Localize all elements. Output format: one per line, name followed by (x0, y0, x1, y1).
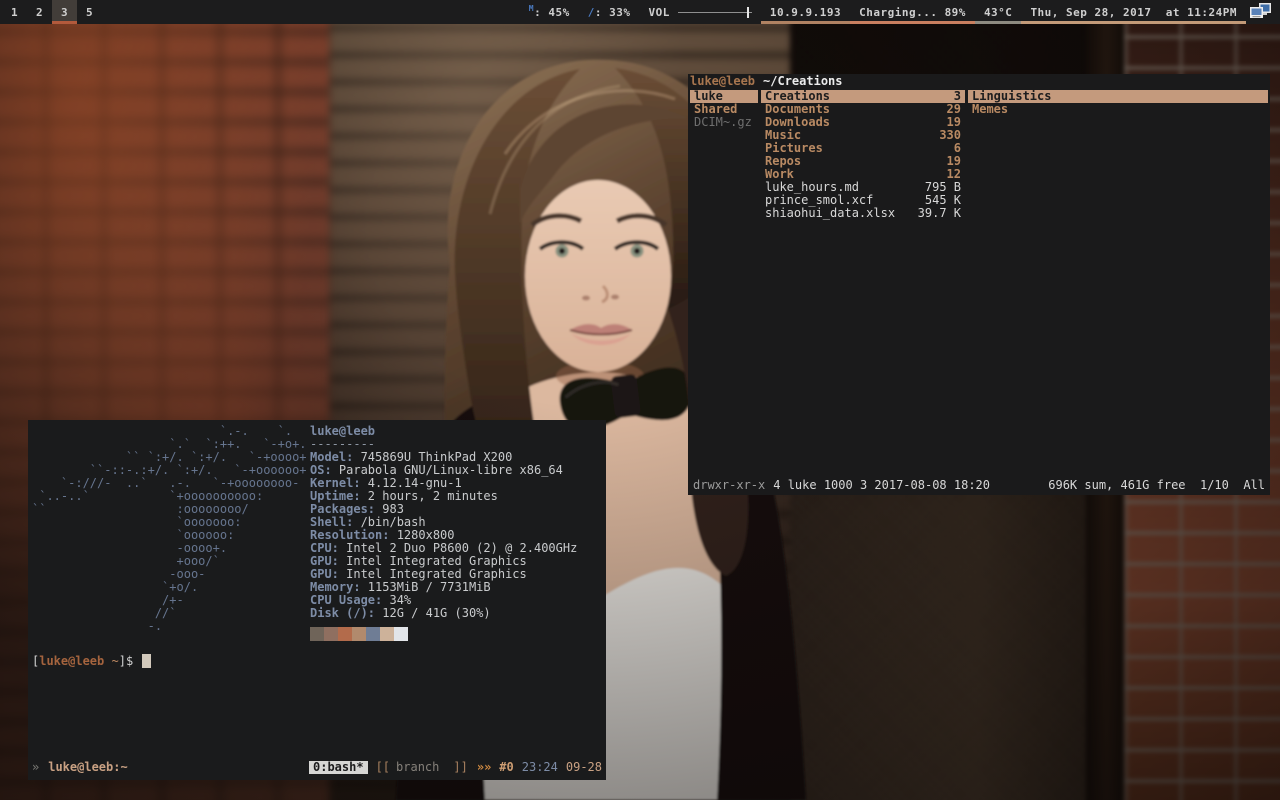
neofetch-info-label: Packages: (310, 502, 375, 516)
system-tray (1246, 0, 1280, 24)
neofetch-info-value: 983 (375, 502, 404, 516)
tmux-statusbar: » luke@leeb:~ 0:bash* [[ branch ]] »» #0… (32, 759, 602, 776)
ranger-preview-item[interactable]: Memes (968, 103, 1268, 116)
neofetch-info-label: Shell: (310, 515, 353, 529)
ranger-statusbar: drwxr-xr-x 4 luke 1000 3 2017-08-08 18:2… (693, 479, 1265, 492)
palette-swatch (338, 627, 352, 641)
ranger-titlebar: luke@leeb ~/Creations (688, 74, 1270, 89)
workspace-button-1[interactable]: 1 (2, 0, 27, 24)
ranger-preview-column: LinguisticsMemes (968, 90, 1268, 220)
volume-control[interactable]: VOL (639, 0, 760, 24)
tmux-session-name: luke@leeb:~ (48, 761, 127, 774)
battery-status: Charging... 89% (850, 0, 975, 24)
ranger-entry-count: 39.7 K (918, 207, 961, 220)
neofetch-info-value: Parabola GNU/Linux-libre x86_64 (332, 463, 563, 477)
palette-swatch (380, 627, 394, 641)
neofetch-info-rows: Model: 745869U ThinkPad X200 OS: Parabola… (310, 451, 577, 620)
palette-swatch (366, 627, 380, 641)
neofetch-info-value: Intel Integrated Graphics (339, 554, 527, 568)
neofetch-info-value: 745869U ThinkPad X200 (353, 450, 512, 464)
prompt-user: luke@leeb (39, 654, 104, 668)
tmux-date: 09-28 (566, 761, 602, 774)
workspace-button-5[interactable]: 5 (77, 0, 102, 24)
ranger-entry[interactable]: shiaohui_data.xlsx 39.7 K (761, 207, 965, 220)
neofetch-info-label: CPU Usage: (310, 593, 382, 607)
ranger-preview-item[interactable]: Linguistics (968, 90, 1268, 103)
workspace-button-2[interactable]: 2 (27, 0, 52, 24)
neofetch-info-row: Disk (/): 12G / 41G (30%) (310, 607, 577, 620)
tmux-pane-index: #0 (499, 761, 513, 774)
network-tray-icon[interactable] (1250, 3, 1272, 21)
ranger-current-path: ~/Creations (763, 74, 842, 88)
topbar-spacer (102, 0, 520, 24)
neofetch-info-label: Resolution: (310, 528, 389, 542)
terminal-cursor (142, 654, 151, 668)
palette-swatch (352, 627, 366, 641)
clock: Thu, Sep 28, 2017 at 11:24PM (1021, 0, 1246, 24)
neofetch-output: `.-. `. `.` `:++. `-+o+. `` `:+/. `:+/. … (32, 425, 606, 641)
ranger-user-host: luke@leeb (690, 74, 755, 88)
neofetch-info-label: GPU: (310, 567, 339, 581)
volume-slider[interactable] (678, 12, 752, 13)
tmux-left-arrow: » (32, 761, 39, 774)
ip-address: 10.9.9.193 (761, 0, 850, 24)
ranger-file-info: 4 luke 1000 3 2017-08-08 18:20 (773, 479, 990, 492)
prompt-bracket-close: ]$ (119, 654, 133, 668)
ranger-item-name: DCIM~.gz (694, 116, 752, 129)
workspace-button-3[interactable]: 3 (52, 0, 77, 24)
memory-usage-stat: M: 45% (520, 0, 579, 24)
ranger-permissions: drwxr-xr-x (693, 479, 765, 492)
neofetch-info-value: 2 hours, 2 minutes (361, 489, 498, 503)
neofetch-ascii-art: `.-. `. `.` `:++. `-+o+. `` `:+/. `:+/. … (32, 425, 310, 641)
tmux-git-branch: branch (396, 761, 439, 774)
terminal-window[interactable]: `.-. `. `.` `:++. `-+o+. `` `:+/. `:+/. … (28, 420, 606, 780)
palette-swatch (310, 627, 324, 641)
ranger-summary: 696K sum, 461G free 1/10 All (1048, 479, 1265, 492)
ranger-entry-name: shiaohui_data.xlsx (765, 207, 895, 220)
tmux-arrows: »» (477, 761, 491, 774)
neofetch-info-value: 34% (382, 593, 411, 607)
ranger-parent-column: lukeSharedDCIM~.gz (690, 90, 758, 220)
disk-usage-stat: /: 33% (579, 0, 640, 24)
tmux-time: 23:24 (522, 761, 558, 774)
neofetch-info-label: GPU: (310, 554, 339, 568)
neofetch-info-label: OS: (310, 463, 332, 477)
temperature-status: 43°C (975, 0, 1022, 24)
tmux-git-close-bracket: ]] (453, 761, 467, 774)
tmux-window-tab[interactable]: 0:bash* (309, 761, 368, 774)
ranger-file-manager[interactable]: luke@leeb ~/Creations lukeSharedDCIM~.gz … (688, 74, 1270, 495)
workspace-switcher: 1235 (2, 0, 102, 24)
ranger-preview-name: Memes (972, 103, 1008, 116)
neofetch-info-label: Uptime: (310, 489, 361, 503)
tmux-git-open-bracket: [[ (376, 761, 390, 774)
ranger-parent-item[interactable]: DCIM~.gz (690, 116, 758, 129)
neofetch-info-value: Intel 2 Duo P8600 (2) @ 2.400GHz (339, 541, 577, 555)
neofetch-info-label: CPU: (310, 541, 339, 555)
neofetch-info-label: Model: (310, 450, 353, 464)
neofetch-info-value: /bin/bash (353, 515, 425, 529)
neofetch-info-value: 1280x800 (389, 528, 454, 542)
ranger-main-column: Creations3Documents29Downloads19Music330… (761, 90, 965, 220)
palette-swatch (394, 627, 408, 641)
neofetch-info: luke@leeb --------- Model: 745869U Think… (310, 425, 577, 641)
top-status-bar: 1235 M: 45% /: 33% VOL 10.9.9.193 Chargi… (0, 0, 1280, 24)
ranger-columns: lukeSharedDCIM~.gz Creations3Documents29… (688, 90, 1270, 220)
neofetch-info-value: 1153MiB / 7731MiB (361, 580, 491, 594)
disk-icon: / (588, 6, 595, 19)
prompt-path: ~ (104, 654, 118, 668)
neofetch-info-label: Disk (/): (310, 606, 375, 620)
terminal-color-palette (310, 627, 577, 641)
neofetch-info-value: Intel Integrated Graphics (339, 567, 527, 581)
palette-swatch (324, 627, 338, 641)
shell-prompt[interactable]: [luke@leeb ~]$ (32, 654, 606, 668)
neofetch-info-label: Kernel: (310, 476, 361, 490)
volume-slider-handle[interactable] (747, 7, 749, 18)
neofetch-info-value: 12G / 41G (30%) (375, 606, 491, 620)
neofetch-info-value: 4.12.14-gnu-1 (361, 476, 462, 490)
neofetch-info-label: Memory: (310, 580, 361, 594)
